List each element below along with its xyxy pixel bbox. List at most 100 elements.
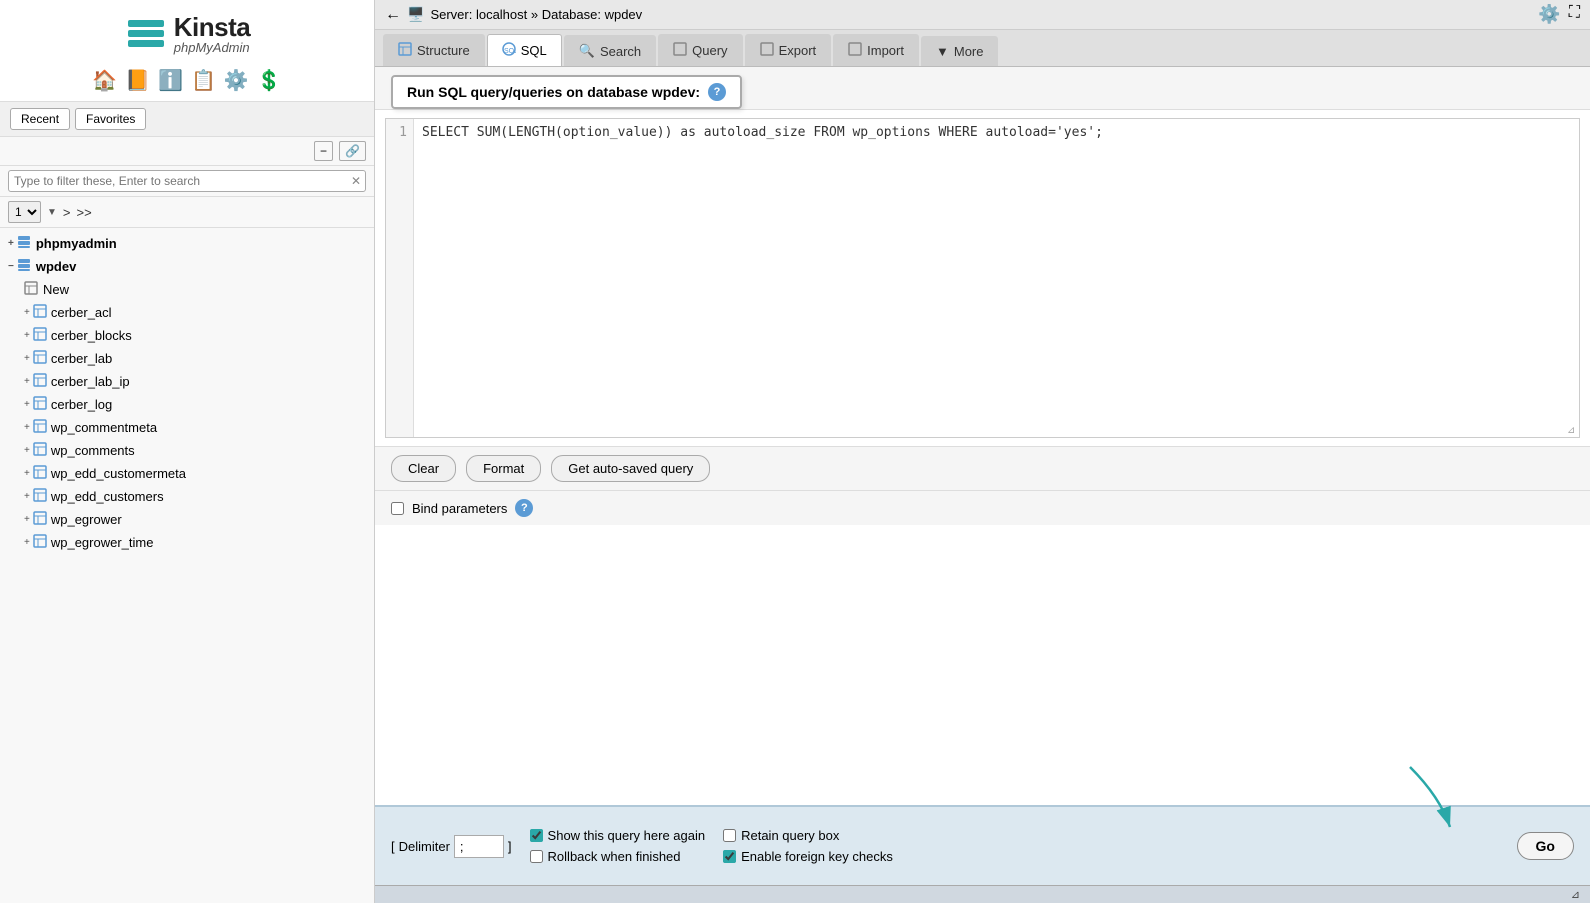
show-query-label[interactable]: Show this query here again [530, 828, 706, 843]
dollar-icon[interactable]: 💲 [257, 68, 282, 93]
main-content: ← 🖥️ Server: localhost » Database: wpdev… [375, 0, 1590, 903]
table-icon-wp_egrower_time [33, 534, 47, 551]
enable-fk-text: Enable foreign key checks [741, 849, 893, 864]
info-icon[interactable]: ℹ️ [158, 68, 183, 93]
filter-box: ✕ [0, 166, 374, 197]
db-label-wp_edd_customers: wp_edd_customers [51, 489, 164, 504]
query-tab-icon [673, 42, 687, 59]
sidebar-icon-row: 🏠 📙 ℹ️ 📋 ⚙️ 💲 [92, 68, 281, 93]
db-item-new[interactable]: New [0, 278, 374, 301]
db-label-cerber_blocks: cerber_blocks [51, 328, 132, 343]
bind-params-help-icon[interactable]: ? [515, 499, 533, 517]
tab-structure[interactable]: Structure [383, 34, 485, 66]
kinsta-logo-icon [124, 12, 168, 56]
page-forward-end-button[interactable]: >> [77, 205, 92, 220]
recent-button[interactable]: Recent [10, 108, 70, 130]
top-bar-icons: ⚙️ ⛶ [1538, 4, 1580, 25]
retain-query-label[interactable]: Retain query box [723, 828, 893, 843]
db-item-phpmyadmin[interactable]: + phpmyadmin [0, 232, 374, 255]
db-item-wp_edd_customers[interactable]: + wp_edd_customers [0, 485, 374, 508]
db-item-wp_edd_customermeta[interactable]: + wp_edd_customermeta [0, 462, 374, 485]
table-icon-wp_edd_customers [33, 488, 47, 505]
db-label-new: New [43, 282, 69, 297]
db-item-wp_egrower[interactable]: + wp_egrower [0, 508, 374, 531]
bind-parameters-checkbox[interactable] [391, 502, 404, 515]
table-icon-wp_edd_customermeta [33, 465, 47, 482]
db-item-wp_commentmeta[interactable]: + wp_commentmeta [0, 416, 374, 439]
expand-icon-wp_comments: + [24, 445, 30, 456]
sql-editor-container: 1 SELECT SUM(LENGTH(option_value)) as au… [385, 118, 1580, 438]
retain-query-text: Retain query box [741, 828, 839, 843]
filter-input[interactable] [8, 170, 366, 192]
table-icon-cerber_blocks [33, 327, 47, 344]
top-bar: ← 🖥️ Server: localhost » Database: wpdev… [375, 0, 1590, 30]
action-buttons-row: Clear Format Get auto-saved query [375, 446, 1590, 491]
tab-export-label: Export [779, 43, 817, 58]
sql-editor-textarea[interactable]: SELECT SUM(LENGTH(option_value)) as auto… [414, 119, 1579, 437]
book-icon[interactable]: 📙 [125, 68, 150, 93]
db-item-wp_comments[interactable]: + wp_comments [0, 439, 374, 462]
tab-export[interactable]: Export [745, 34, 832, 66]
pagination-row: 1 ▼ > >> [0, 197, 374, 228]
db-item-cerber_lab[interactable]: + cerber_lab [0, 347, 374, 370]
more-tab-icon: ▼ [936, 44, 949, 59]
db-label-cerber_lab: cerber_lab [51, 351, 112, 366]
expand-icon-wp_edd_customers: + [24, 491, 30, 502]
db-item-cerber_acl[interactable]: + cerber_acl [0, 301, 374, 324]
db-label-cerber_acl: cerber_acl [51, 305, 112, 320]
tab-more[interactable]: ▼ More [921, 36, 999, 66]
rollback-checkbox[interactable] [530, 850, 543, 863]
svg-text:SQL: SQL [504, 48, 516, 55]
help-icon[interactable]: ? [708, 83, 726, 101]
favorites-button[interactable]: Favorites [75, 108, 146, 130]
table-icon-cerber_log [33, 396, 47, 413]
enable-fk-checkbox[interactable] [723, 850, 736, 863]
db-label-wp_comments: wp_comments [51, 443, 135, 458]
copy-icon[interactable]: 📋 [191, 68, 216, 93]
resize-handle[interactable]: ⊿ [1567, 425, 1579, 437]
logo-text: Kinsta phpMyAdmin [174, 14, 250, 55]
back-button[interactable]: ← [385, 6, 401, 24]
rollback-text: Rollback when finished [548, 849, 681, 864]
home-icon[interactable]: 🏠 [92, 68, 117, 93]
delimiter-input[interactable] [454, 835, 504, 858]
tab-search-label: Search [600, 44, 641, 59]
sidebar-header: Kinsta phpMyAdmin 🏠 📙 ℹ️ 📋 ⚙️ 💲 [0, 0, 374, 102]
breadcrumb: Server: localhost » Database: wpdev [430, 7, 642, 22]
gear-icon[interactable]: ⚙️ [224, 68, 249, 93]
link-button[interactable]: 🔗 [339, 141, 366, 161]
expand-icon-cerber_blocks: + [24, 330, 30, 341]
get-autosaved-button[interactable]: Get auto-saved query [551, 455, 710, 482]
expand-icon-wp_edd_customermeta: + [24, 468, 30, 479]
db-item-cerber_blocks[interactable]: + cerber_blocks [0, 324, 374, 347]
expand-icon-phpmyadmin: + [8, 238, 14, 249]
rollback-label[interactable]: Rollback when finished [530, 849, 706, 864]
format-button[interactable]: Format [466, 455, 541, 482]
expand-icon[interactable]: ⛶ [1569, 4, 1580, 25]
filter-clear-icon[interactable]: ✕ [351, 174, 361, 188]
db-item-cerber_log[interactable]: + cerber_log [0, 393, 374, 416]
table-icon-cerber_lab [33, 350, 47, 367]
page-select[interactable]: 1 [8, 201, 41, 223]
clear-button[interactable]: Clear [391, 455, 456, 482]
collapse-button[interactable]: − [314, 141, 333, 161]
show-query-checkbox[interactable] [530, 829, 543, 842]
retain-query-checkbox[interactable] [723, 829, 736, 842]
settings-icon[interactable]: ⚙️ [1538, 4, 1560, 25]
tab-sql[interactable]: SQL SQL [487, 34, 562, 66]
tab-more-label: More [954, 44, 984, 59]
export-tab-icon [760, 42, 774, 59]
db-item-wp_egrower_time[interactable]: + wp_egrower_time [0, 531, 374, 554]
db-item-wpdev[interactable]: − wpdev [0, 255, 374, 278]
tab-import[interactable]: Import [833, 34, 919, 66]
tab-query[interactable]: Query [658, 34, 742, 66]
db-label-wpdev: wpdev [36, 259, 76, 274]
go-button[interactable]: Go [1517, 832, 1574, 860]
options-bar: [ Delimiter ] Show this query here again… [375, 805, 1590, 885]
page-forward-button[interactable]: > [63, 205, 71, 220]
db-item-cerber_lab_ip[interactable]: + cerber_lab_ip [0, 370, 374, 393]
tab-structure-label: Structure [417, 43, 470, 58]
enable-fk-label[interactable]: Enable foreign key checks [723, 849, 893, 864]
tab-search[interactable]: 🔍 Search [564, 35, 656, 66]
structure-tab-icon [398, 42, 412, 59]
